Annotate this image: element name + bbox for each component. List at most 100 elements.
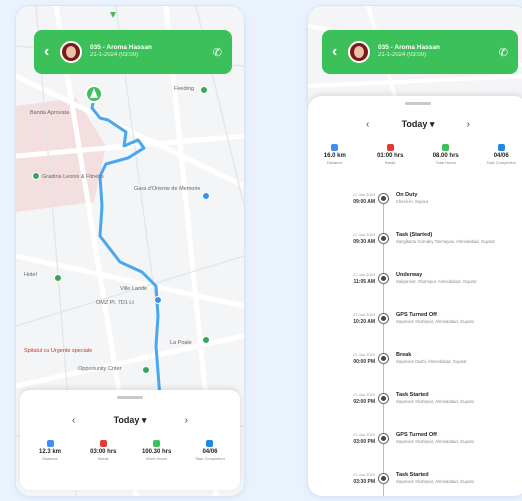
summary-sheet: ‹ Today ▾ › 12.3 km Distance 03:00 hrs B… — [20, 390, 240, 490]
item-date: 21 Jan 2024 — [352, 192, 375, 197]
timeline-dot-icon — [379, 434, 388, 443]
item-title: Underway — [396, 272, 423, 278]
stat-value: 100.30 hrs — [141, 449, 172, 455]
map-label: Hotel — [24, 272, 37, 278]
stat-value: 16.0 km — [323, 153, 346, 159]
item-time: 09:00 AM — [353, 199, 375, 205]
stat-value: 04/06 — [202, 449, 218, 455]
stat-value: 08.00 hrs — [432, 153, 459, 159]
item-desc: Saliyanoor, Shahnpur, Ahmedabad, Gujarat — [396, 279, 477, 284]
phone-icon[interactable]: ✆ — [494, 46, 508, 59]
back-button[interactable]: ‹ — [332, 43, 344, 61]
stat-value: 12.3 km — [38, 449, 62, 455]
item-date: 21 Jan 2024 — [352, 312, 375, 317]
item-title: GPS Turned Off — [396, 432, 437, 438]
distance-icon — [331, 144, 339, 151]
map-label: Gradina Leonis & Fitness — [42, 174, 104, 180]
item-desc: Sayanoor Shahnpur, Ahmedabad, Gujarat — [396, 479, 474, 484]
stat-value: 01:00 hrs — [377, 153, 404, 159]
stat-tasks: 04/06 Task Completion — [480, 144, 522, 165]
stat-break: 03:00 hrs Break — [83, 440, 123, 461]
employee-header: ‹ 035 - Aroma Hassan 21-1-2024 (03:00) ✆ — [322, 30, 518, 74]
car-icon — [386, 144, 394, 151]
timeline-item[interactable]: 21 Jan 2024 10:20 AM GPS Turned Off Sayano… — [308, 310, 522, 350]
timeline-dot-icon — [379, 234, 388, 243]
task-icon — [206, 440, 214, 447]
poi-marker[interactable] — [154, 296, 162, 304]
poi-marker[interactable] — [54, 274, 62, 282]
timeline-item[interactable]: 21 Jan 2024 03:30 PM Task Started Sayanoor… — [308, 470, 522, 496]
employee-subtitle: 21-1-2024 (03:00) — [90, 52, 139, 59]
left-phone-screen: Banda Aprovata Feeding Gradina Leonis & … — [16, 6, 244, 496]
timeline-item[interactable]: 21 Jan 2024 09:00 AM On Duty Check-in: Say… — [308, 190, 522, 230]
map-label: Banda Aprovata — [30, 110, 70, 116]
item-date: 21 Jan 2024 — [352, 392, 375, 397]
stat-value: 04/06 — [493, 153, 509, 159]
poi-marker[interactable] — [202, 192, 210, 200]
back-button[interactable]: ‹ — [44, 43, 56, 61]
stat-label: Total Hours — [435, 160, 456, 165]
day-selector[interactable]: Today ▾ — [402, 119, 435, 130]
timeline-dot-icon — [379, 314, 388, 323]
timeline-sheet: ‹ Today ▾ › 16.0 km Distance 01:00 hrs B… — [308, 96, 522, 496]
poi-marker[interactable] — [142, 366, 150, 374]
timeline-dot-icon — [379, 194, 388, 203]
item-title: GPS Turned Off — [396, 312, 437, 318]
activity-timeline: 21 Jan 2024 09:00 AM On Duty Check-in: Say… — [308, 190, 522, 496]
sheet-handle[interactable] — [117, 396, 143, 399]
item-date: 21 Jan 2024 — [352, 472, 375, 477]
map-label: Opportunity Cnter — [78, 366, 122, 372]
item-desc: Sangibartu Gurudey Tanmayaa, Ahmedabad, … — [396, 239, 495, 244]
timeline-item[interactable]: 21 Jan 2024 02:00 PM Task Started Sayanoor… — [308, 390, 522, 430]
item-title: On Duty — [396, 192, 418, 198]
chevron-right-icon[interactable]: › — [185, 415, 188, 426]
right-phone-screen: ‹ 035 - Aroma Hassan 21-1-2024 (03:00) ✆… — [308, 6, 522, 496]
stat-label: Break — [98, 456, 109, 461]
timeline-item[interactable]: 21 Jan 2024 09:30 AM Task (Started) Sangib… — [308, 230, 522, 270]
timeline-item[interactable]: 21 Jan 2024 11:05 AM Underway Saliyanoor, … — [308, 270, 522, 310]
poi-marker[interactable] — [200, 86, 208, 94]
stat-value: 03:00 hrs — [90, 449, 117, 455]
map-label: OMZ Pl. 7D1 Lt — [96, 300, 134, 306]
day-selector[interactable]: Today ▾ — [114, 415, 147, 426]
clock-icon — [442, 144, 450, 151]
item-date: 21 Jan 2024 — [352, 232, 375, 237]
employee-name: 035 - Aroma Hassan — [378, 43, 440, 51]
stat-distance: 16.0 km Distance — [314, 144, 356, 165]
item-desc: Sayanoor Shahnpur, Ahmedabad, Gujarat — [396, 439, 474, 444]
item-time: 11:05 AM — [353, 279, 376, 285]
item-time: 00:00 PM — [353, 359, 375, 365]
employee-subtitle: 21-1-2024 (03:00) — [378, 52, 427, 59]
item-time: 10:20 AM — [353, 319, 375, 325]
timeline-item[interactable]: 21 Jan 2024 00:00 PM Break Sayanoor Dashi,… — [308, 350, 522, 390]
car-icon — [99, 440, 107, 447]
chevron-right-icon[interactable]: › — [467, 119, 470, 130]
stat-label: Task Completion — [195, 456, 225, 461]
item-time: 02:00 PM — [353, 399, 375, 405]
timeline-item[interactable]: 21 Jan 2024 03:00 PM GPS Turned Off Sayano… — [308, 430, 522, 470]
clock-icon — [153, 440, 161, 447]
phone-icon[interactable]: ✆ — [208, 46, 222, 59]
task-icon — [497, 144, 505, 151]
stat-tasks: 04/06 Task Completion — [190, 440, 230, 461]
item-title: Task Started — [396, 472, 429, 478]
item-desc: Check-in: Sayout — [396, 199, 428, 204]
map-label: La Poale — [170, 340, 192, 346]
chevron-left-icon[interactable]: ‹ — [72, 415, 75, 426]
stat-label: Work Hours — [146, 456, 168, 461]
stat-distance: 12.3 km Distance — [30, 440, 70, 461]
chevron-left-icon[interactable]: ‹ — [366, 119, 369, 130]
distance-icon — [46, 440, 54, 447]
sheet-handle[interactable] — [405, 102, 431, 105]
item-desc: Sayanoor Shahnpur, Ahmedabad, Gujarat — [396, 399, 474, 404]
stat-label: Break — [385, 160, 396, 165]
timeline-dot-icon — [379, 274, 388, 283]
map-label: Ville Lande — [120, 286, 148, 292]
timeline-dot-icon — [379, 474, 388, 483]
avatar — [60, 41, 82, 63]
map-label: Gara d'Oriente de Memorie — [134, 186, 201, 192]
poi-marker[interactable] — [32, 172, 40, 180]
poi-marker[interactable] — [202, 336, 210, 344]
item-desc: Sayanoor Dashi, Ahmedabad, Gujarat — [396, 359, 467, 364]
stat-label: Distance — [327, 160, 343, 165]
